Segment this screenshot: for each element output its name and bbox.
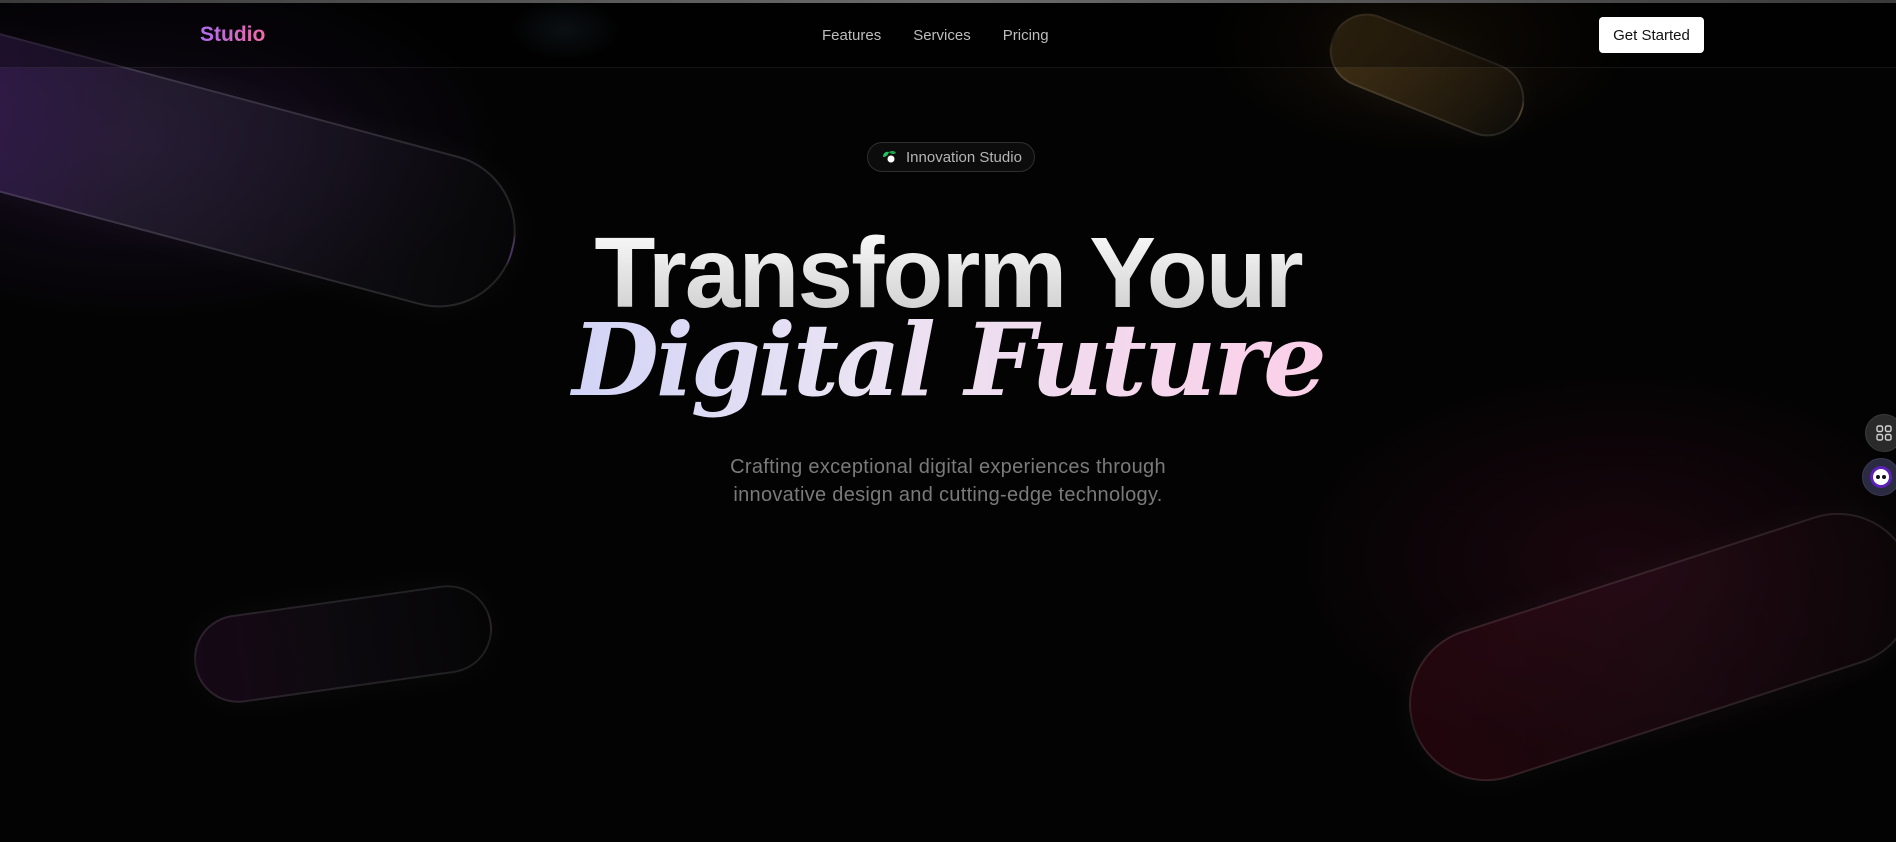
nav-link-services[interactable]: Services	[913, 27, 971, 44]
hero-description-line-1: Crafting exceptional digital experiences…	[730, 456, 1166, 478]
assistant-icon[interactable]	[1862, 458, 1896, 496]
hero-title-accent: Digital Future	[0, 300, 1896, 420]
main-nav: Features Services Pricing	[822, 27, 1049, 44]
nav-link-features[interactable]: Features	[822, 27, 881, 44]
get-started-button[interactable]: Get Started	[1599, 17, 1704, 53]
badge-label: Innovation Studio	[906, 148, 1022, 166]
sprout-icon	[880, 148, 898, 166]
hero-description: Crafting exceptional digital experiences…	[0, 453, 1896, 509]
decorative-pill-bottom-left	[188, 579, 498, 709]
decorative-pill-bottom-right	[1389, 492, 1896, 802]
page: Studio Features Services Pricing Get Sta…	[0, 0, 1896, 842]
logo[interactable]: Studio	[200, 23, 265, 47]
innovation-badge: Innovation Studio	[867, 142, 1035, 172]
hero-description-line-2: innovative design and cutting-edge techn…	[733, 484, 1163, 506]
nav-link-pricing[interactable]: Pricing	[1003, 27, 1049, 44]
grid-icon[interactable]	[1865, 414, 1896, 452]
site-header: Studio Features Services Pricing Get Sta…	[0, 3, 1896, 68]
